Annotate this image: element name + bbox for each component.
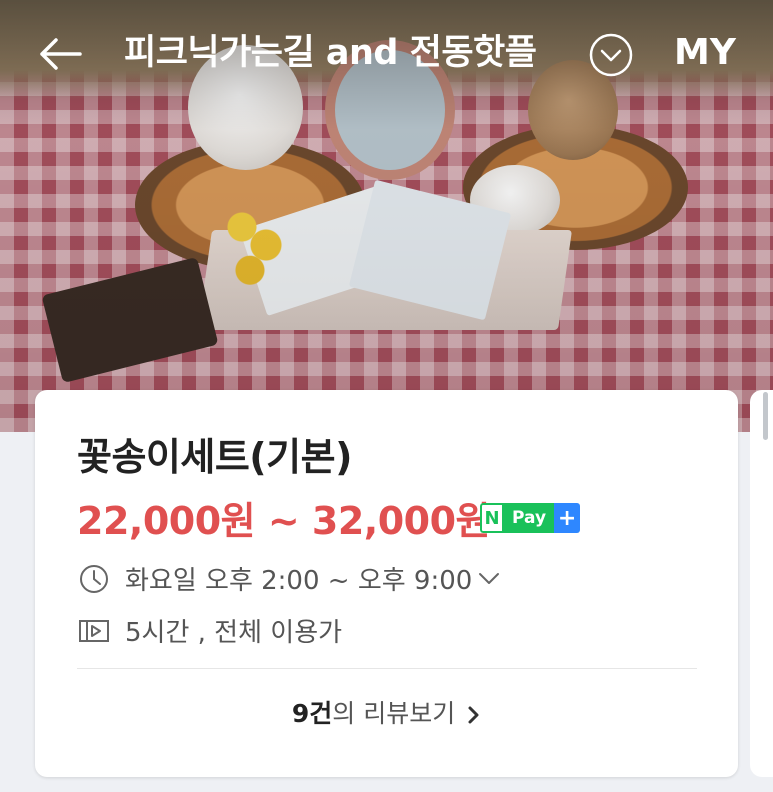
- product-card: 꽃송이세트(기본) 22,000원 ~ 32,000원 N Pay + 화요일 …: [35, 390, 738, 777]
- chevron-down-circle-icon: [589, 33, 633, 77]
- business-hours-text: 화요일 오후 2:00 ~ 오후 9:00: [125, 566, 473, 596]
- back-arrow-icon: [40, 38, 82, 70]
- price-range: 22,000원 ~ 32,000원: [77, 499, 491, 543]
- clock-icon: [77, 562, 111, 596]
- duration-row: 5시간 , 전체 이용가: [77, 612, 342, 649]
- next-card-peek[interactable]: [750, 390, 773, 777]
- npay-plus: +: [554, 503, 581, 533]
- top-bar: 피크닉가는길 and 전동핫플 MY: [0, 0, 773, 108]
- review-link-label: 의 리뷰보기: [332, 699, 456, 728]
- npay-n-logo: N: [480, 503, 504, 533]
- back-button[interactable]: [32, 30, 88, 78]
- view-reviews-link[interactable]: 9건의 리뷰보기: [35, 694, 738, 730]
- page-title: 피크닉가는길 and 전동핫플: [124, 33, 537, 73]
- review-count: 9건: [291, 699, 333, 728]
- product-name: 꽃송이세트(기본): [77, 435, 352, 479]
- title-dropdown-button[interactable]: [588, 32, 634, 78]
- duration-text: 5시간 , 전체 이용가: [125, 618, 343, 648]
- divider: [77, 668, 697, 669]
- chevron-right-icon: [468, 706, 479, 724]
- business-hours-row[interactable]: 화요일 오후 2:00 ~ 오후 9:00: [77, 560, 500, 597]
- scrollbar[interactable]: [763, 392, 768, 440]
- npay-label: Pay: [504, 503, 555, 533]
- ticket-icon: [77, 614, 111, 648]
- npay-plus-badge: N Pay +: [480, 503, 581, 533]
- chevron-down-icon: [478, 572, 500, 586]
- my-page-button[interactable]: MY: [674, 28, 736, 78]
